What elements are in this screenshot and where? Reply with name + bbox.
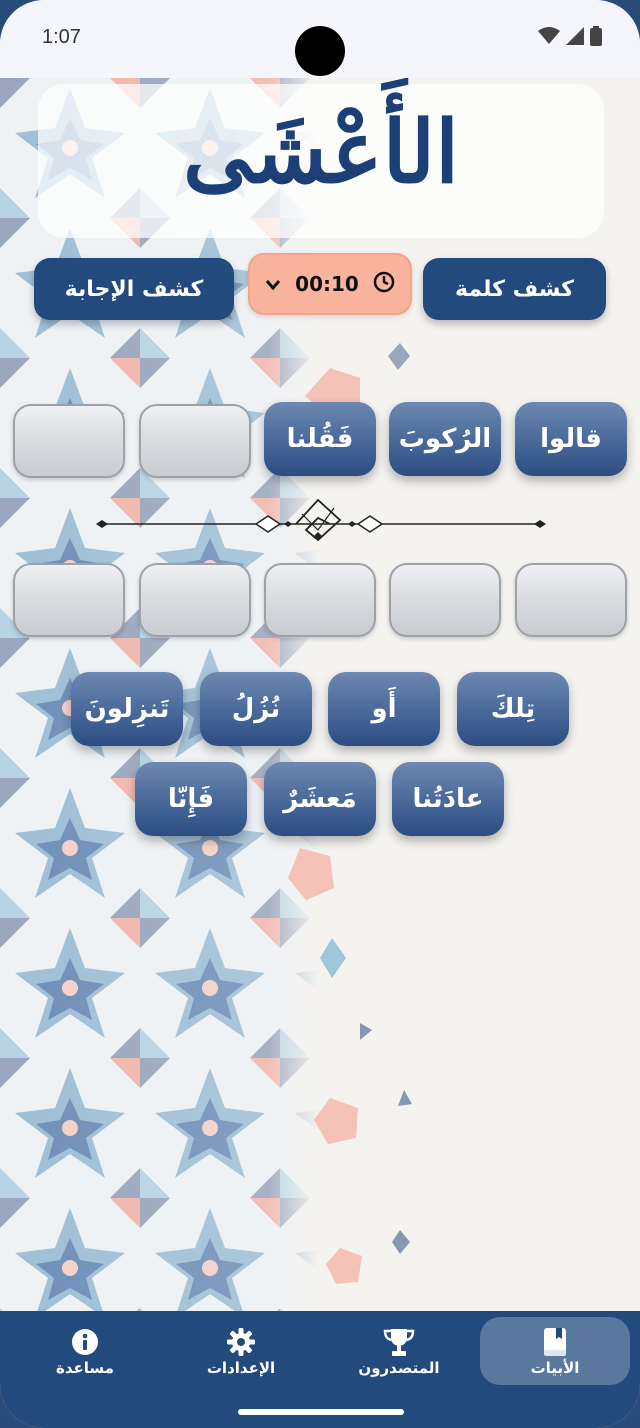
nav-label: المتصدرون bbox=[358, 1359, 440, 1377]
nav-label: مساعدة bbox=[56, 1359, 114, 1377]
word-bank-tile[interactable]: عادَتُنا bbox=[392, 762, 504, 836]
empty-word-slot[interactable] bbox=[264, 563, 376, 637]
wifi-icon bbox=[538, 27, 560, 49]
reveal-answer-label: كشف الإجابة bbox=[64, 276, 204, 302]
nav-tab-verses[interactable]: الأبيات bbox=[480, 1317, 630, 1385]
camera-cutout bbox=[295, 26, 345, 76]
nav-label: الإعدادات bbox=[206, 1359, 276, 1377]
gear-icon bbox=[227, 1325, 255, 1359]
status-icons bbox=[538, 26, 602, 50]
battery-icon bbox=[590, 26, 602, 50]
signal-icon bbox=[566, 27, 584, 49]
word-bank-tile[interactable]: فَإِنّا bbox=[135, 762, 247, 836]
word-bank-tile[interactable]: تِلكَ bbox=[457, 672, 569, 746]
trophy-icon bbox=[383, 1325, 415, 1359]
empty-word-slot[interactable] bbox=[515, 563, 627, 637]
nav-tab-leaderboard[interactable]: المتصدرون bbox=[324, 1317, 474, 1385]
empty-word-slot[interactable] bbox=[13, 563, 125, 637]
status-bar: 1:07 bbox=[0, 0, 640, 78]
page-title: الأَعْشَى bbox=[182, 102, 459, 203]
nav-tab-settings[interactable]: الإعدادات bbox=[166, 1317, 316, 1385]
ornament-divider bbox=[96, 498, 546, 542]
book-icon bbox=[542, 1325, 568, 1359]
nav-label: الأبيات bbox=[530, 1359, 580, 1377]
timer-value: 00:10 bbox=[295, 272, 359, 296]
word-bank-tile[interactable]: نُزُلُ bbox=[200, 672, 312, 746]
title-card: الأَعْشَى bbox=[38, 84, 604, 238]
reveal-answer-button[interactable]: كشف الإجابة bbox=[34, 258, 234, 320]
placed-word-tile[interactable]: قالوا bbox=[515, 402, 627, 476]
empty-word-slot[interactable] bbox=[139, 563, 251, 637]
info-icon bbox=[71, 1325, 99, 1359]
chevron-down-icon bbox=[265, 272, 281, 296]
home-indicator[interactable] bbox=[238, 1409, 404, 1415]
placed-word-tile[interactable]: الرُكوبَ bbox=[389, 402, 501, 476]
clock-icon bbox=[373, 271, 395, 298]
empty-word-slot[interactable] bbox=[139, 404, 251, 478]
nav-tab-help[interactable]: مساعدة bbox=[10, 1317, 160, 1385]
word-bank-tile[interactable]: أَو bbox=[328, 672, 440, 746]
placed-word-tile[interactable]: فَقُلنا bbox=[264, 402, 376, 476]
app-screen: 1:07 الأَعْشَى كشف كلمة 00:10 كشف الإجاب… bbox=[0, 0, 640, 1428]
empty-word-slot[interactable] bbox=[389, 563, 501, 637]
reveal-word-button[interactable]: كشف كلمة bbox=[423, 258, 606, 320]
empty-word-slot[interactable] bbox=[13, 404, 125, 478]
status-time: 1:07 bbox=[42, 26, 81, 48]
word-bank-tile[interactable]: مَعشَرٌ bbox=[264, 762, 376, 836]
timer-toggle[interactable]: 00:10 bbox=[248, 253, 412, 315]
reveal-word-label: كشف كلمة bbox=[455, 276, 574, 302]
word-bank-tile[interactable]: تَنزِلونَ bbox=[71, 672, 183, 746]
